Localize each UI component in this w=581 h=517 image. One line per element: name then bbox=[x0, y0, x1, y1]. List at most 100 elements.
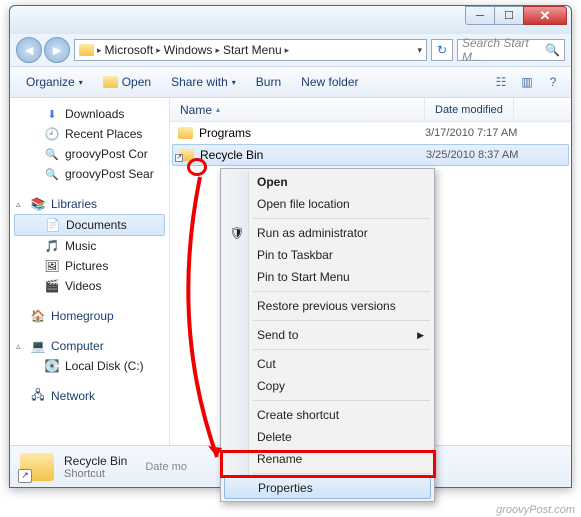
homegroup-icon bbox=[30, 308, 46, 324]
refresh-button[interactable]: ↻ bbox=[431, 39, 453, 61]
menu-separator bbox=[253, 320, 430, 321]
recent-icon bbox=[44, 126, 60, 142]
window-controls: ─ ☐ ✕ bbox=[466, 6, 567, 25]
menu-separator bbox=[253, 218, 430, 219]
menu-item-delete[interactable]: Delete bbox=[223, 426, 432, 448]
search-icon bbox=[44, 166, 60, 182]
share-with-button[interactable]: Share with▾ bbox=[163, 71, 244, 93]
dl-icon bbox=[44, 106, 60, 122]
libraries-icon bbox=[30, 196, 46, 212]
back-button[interactable]: ◄ bbox=[16, 37, 42, 63]
breadcrumb-sep-icon: ▸ bbox=[156, 45, 161, 56]
menu-item-open[interactable]: Open bbox=[223, 171, 432, 193]
organize-button[interactable]: Organize▾ bbox=[18, 71, 91, 93]
menu-separator bbox=[253, 473, 430, 474]
open-button[interactable]: Open bbox=[95, 71, 159, 93]
file-name: Recycle Bin bbox=[200, 148, 263, 162]
sidebar-item-disk[interactable]: Local Disk (C:) bbox=[10, 356, 169, 376]
sidebar-item[interactable]: Recent Places bbox=[10, 124, 169, 144]
menu-item-properties[interactable]: Properties bbox=[224, 477, 431, 499]
pic-icon bbox=[44, 258, 60, 274]
column-headers: Name▴ Date modified bbox=[170, 98, 571, 122]
menu-item-pin-to-start-menu[interactable]: Pin to Start Menu bbox=[223, 266, 432, 288]
burn-button[interactable]: Burn bbox=[248, 71, 289, 93]
sidebar-item[interactable]: groovyPost Sear bbox=[10, 164, 169, 184]
sidebar-item[interactable]: Downloads bbox=[10, 104, 169, 124]
forward-button[interactable]: ► bbox=[44, 37, 70, 63]
breadcrumb[interactable]: Start Menu bbox=[223, 43, 282, 57]
menu-item-open-file-location[interactable]: Open file location bbox=[223, 193, 432, 215]
folder-icon bbox=[178, 127, 193, 139]
sidebar-header-libraries[interactable]: ▵Libraries bbox=[10, 194, 169, 214]
sidebar-item-music[interactable]: Music bbox=[10, 236, 169, 256]
network-icon bbox=[30, 388, 46, 404]
shortcut-folder-icon bbox=[20, 453, 54, 481]
menu-separator bbox=[253, 291, 430, 292]
menu-item-send-to[interactable]: Send to▶ bbox=[223, 324, 432, 346]
titlebar[interactable]: ─ ☐ ✕ bbox=[10, 6, 571, 34]
details-name: Recycle Bin bbox=[64, 454, 127, 468]
file-name: Programs bbox=[199, 126, 251, 140]
minimize-button[interactable]: ─ bbox=[465, 6, 495, 25]
breadcrumb-sep-icon: ▸ bbox=[97, 45, 102, 56]
shield-icon: 🛡 bbox=[229, 226, 245, 240]
breadcrumb[interactable]: Windows bbox=[164, 43, 213, 57]
file-date: 3/25/2010 8:37 AM bbox=[426, 149, 518, 161]
menu-separator bbox=[253, 349, 430, 350]
address-bar[interactable]: ▸ Microsoft ▸ Windows ▸ Start Menu ▸ ▾ bbox=[74, 39, 427, 61]
maximize-button[interactable]: ☐ bbox=[494, 6, 524, 25]
context-menu: OpenOpen file location 🛡Run as administra… bbox=[220, 168, 435, 502]
menu-separator bbox=[253, 400, 430, 401]
chevron-down-icon: ▾ bbox=[232, 78, 236, 87]
breadcrumb-sep-icon: ▸ bbox=[285, 45, 290, 56]
chevron-down-icon: ▾ bbox=[79, 78, 83, 87]
menu-item-run-as-administrator[interactable]: 🛡Run as administrator bbox=[223, 222, 432, 244]
preview-pane-icon[interactable]: ▥ bbox=[517, 72, 537, 92]
breadcrumb[interactable]: Microsoft bbox=[105, 43, 154, 57]
sidebar-header-computer[interactable]: ▵Computer bbox=[10, 336, 169, 356]
menu-item-cut[interactable]: Cut bbox=[223, 353, 432, 375]
sidebar-item-videos[interactable]: Videos bbox=[10, 276, 169, 296]
search-placeholder: Search Start M... bbox=[462, 36, 545, 64]
menu-item-rename[interactable]: Rename bbox=[223, 448, 432, 470]
details-date-label: Date mo bbox=[145, 461, 187, 473]
watermark: groovyPost.com bbox=[496, 504, 575, 516]
search-icon bbox=[44, 146, 60, 162]
file-row[interactable]: Programs 3/17/2010 7:17 AM bbox=[170, 122, 571, 144]
submenu-arrow-icon: ▶ bbox=[417, 330, 424, 341]
menu-item-create-shortcut[interactable]: Create shortcut bbox=[223, 404, 432, 426]
doc-icon bbox=[45, 217, 61, 233]
sidebar-item-documents[interactable]: Documents bbox=[14, 214, 165, 236]
menu-item-pin-to-taskbar[interactable]: Pin to Taskbar bbox=[223, 244, 432, 266]
vid-icon bbox=[44, 278, 60, 294]
sort-asc-icon: ▴ bbox=[216, 105, 220, 114]
menu-item-restore-previous-versions[interactable]: Restore previous versions bbox=[223, 295, 432, 317]
computer-icon bbox=[30, 338, 46, 354]
nav-pane: DownloadsRecent PlacesgroovyPost Corgroo… bbox=[10, 98, 170, 445]
file-date: 3/17/2010 7:17 AM bbox=[425, 127, 517, 139]
details-type: Shortcut bbox=[64, 468, 127, 480]
expand-icon: ▵ bbox=[16, 199, 26, 210]
folder-icon bbox=[103, 76, 118, 88]
shortcut-overlay-icon: ↗ bbox=[175, 154, 183, 162]
file-row[interactable]: ↗ Recycle Bin 3/25/2010 8:37 AM bbox=[172, 144, 569, 166]
sidebar-item-pictures[interactable]: Pictures bbox=[10, 256, 169, 276]
close-button[interactable]: ✕ bbox=[523, 6, 567, 25]
sidebar-item[interactable]: groovyPost Cor bbox=[10, 144, 169, 164]
column-date[interactable]: Date modified bbox=[425, 98, 514, 121]
menu-item-copy[interactable]: Copy bbox=[223, 375, 432, 397]
folder-icon bbox=[79, 44, 94, 56]
new-folder-button[interactable]: New folder bbox=[293, 71, 366, 93]
sidebar-header-network[interactable]: Network bbox=[10, 386, 169, 406]
expand-icon: ▵ bbox=[16, 341, 26, 352]
toolbar: Organize▾ Open Share with▾ Burn New fold… bbox=[10, 66, 571, 98]
breadcrumb-sep-icon: ▸ bbox=[215, 45, 220, 56]
search-icon: 🔍 bbox=[545, 43, 560, 57]
sidebar-header-homegroup[interactable]: Homegroup bbox=[10, 306, 169, 326]
column-name[interactable]: Name▴ bbox=[170, 98, 425, 121]
address-dropdown-icon[interactable]: ▾ bbox=[417, 45, 422, 56]
disk-icon bbox=[44, 358, 60, 374]
help-icon[interactable]: ? bbox=[543, 72, 563, 92]
view-options-icon[interactable]: ☷ bbox=[491, 72, 511, 92]
search-input[interactable]: Search Start M... 🔍 bbox=[457, 39, 565, 61]
